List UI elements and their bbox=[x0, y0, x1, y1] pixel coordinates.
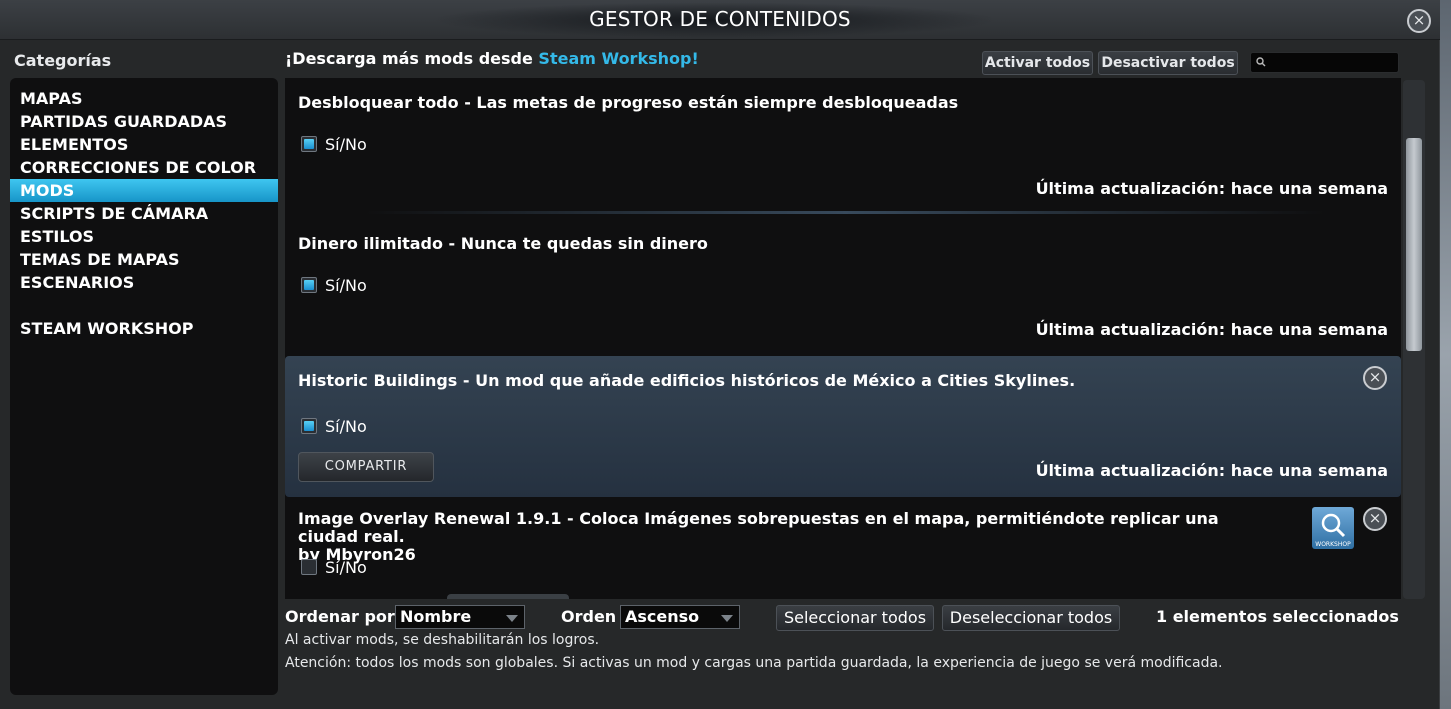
achievements-note: Al activar mods, se deshabilitarán los l… bbox=[285, 632, 600, 648]
mod-enable-checkbox[interactable] bbox=[301, 136, 317, 152]
workshop-search-icon[interactable]: WORKSHOP bbox=[1312, 507, 1354, 549]
search-input[interactable] bbox=[1250, 52, 1399, 73]
scrollbar-thumb[interactable] bbox=[1406, 138, 1422, 351]
sort-by-value: Nombre bbox=[400, 607, 472, 626]
sidebar-item-mods[interactable]: MODS bbox=[10, 179, 278, 202]
magnifier-icon bbox=[1321, 513, 1346, 538]
mod-title: Historic Buildings - Un mod que añade ed… bbox=[298, 371, 1076, 390]
categories-heading: Categorías bbox=[14, 51, 112, 70]
mod-title: Desbloquear todo - Las metas de progreso… bbox=[298, 93, 959, 112]
global-mods-warning: Atención: todos los mods son globales. S… bbox=[285, 655, 1223, 671]
sidebar-item-styles[interactable]: ESTILOS bbox=[10, 225, 278, 248]
mod-item: Desbloquear todo - Las metas de progreso… bbox=[285, 78, 1401, 219]
dropdown-arrow-icon bbox=[721, 615, 733, 622]
sidebar-item-camera-scripts[interactable]: SCRIPTS DE CÁMARA bbox=[10, 202, 278, 225]
enable-all-button[interactable]: Activar todos bbox=[982, 51, 1093, 75]
mod-enable-checkbox[interactable] bbox=[301, 559, 317, 575]
sidebar-item-map-themes[interactable]: TEMAS DE MAPAS bbox=[10, 248, 278, 271]
search-icon bbox=[1256, 57, 1266, 67]
partial-button bbox=[447, 594, 569, 599]
mod-title-text: Image Overlay Renewal 1.9.1 - Coloca Imá… bbox=[298, 509, 1219, 546]
mod-enable-checkbox[interactable] bbox=[301, 418, 317, 434]
list-scrollbar[interactable] bbox=[1403, 80, 1425, 599]
workshop-promo: ¡Descarga más mods desde Steam Workshop! bbox=[285, 49, 699, 68]
mod-item: Image Overlay Renewal 1.9.1 - Coloca Imá… bbox=[285, 497, 1401, 599]
order-dropdown[interactable]: Ascenso bbox=[620, 605, 740, 629]
mod-enable-label[interactable]: Sí/No bbox=[325, 558, 367, 577]
mod-enable-label[interactable]: Sí/No bbox=[325, 135, 367, 154]
sidebar-item-color-corrections[interactable]: CORRECCIONES DE COLOR bbox=[10, 156, 278, 179]
mod-item-highlighted: Historic Buildings - Un mod que añade ed… bbox=[285, 356, 1401, 497]
mod-updated: Última actualización: hace una semana bbox=[1035, 461, 1388, 480]
disable-all-button[interactable]: Desactivar todos bbox=[1098, 51, 1238, 75]
deselect-all-button[interactable]: Deseleccionar todos bbox=[942, 605, 1120, 631]
title-bar: GESTOR DE CONTENIDOS × bbox=[0, 0, 1440, 40]
mod-updated: Última actualización: hace una semana bbox=[1035, 179, 1388, 198]
sort-by-dropdown[interactable]: Nombre bbox=[395, 605, 525, 629]
mod-enable-label[interactable]: Sí/No bbox=[325, 417, 367, 436]
background-edge bbox=[1440, 0, 1451, 709]
sidebar-item-maps[interactable]: MAPAS bbox=[10, 87, 278, 110]
order-label: Orden bbox=[561, 607, 617, 626]
share-button[interactable]: COMPARTIR bbox=[298, 452, 434, 482]
steam-workshop-link[interactable]: Steam Workshop! bbox=[538, 49, 698, 68]
dropdown-arrow-icon bbox=[506, 615, 518, 622]
divider bbox=[365, 211, 1325, 214]
workshop-badge: WORKSHOP bbox=[1315, 541, 1351, 548]
mod-updated: Última actualización: hace una semana bbox=[1035, 320, 1388, 339]
workshop-promo-text: ¡Descarga más mods desde bbox=[285, 49, 539, 68]
selected-count: 1 elementos seleccionados bbox=[1156, 607, 1399, 626]
remove-icon[interactable]: × bbox=[1363, 507, 1387, 531]
mod-title: Image Overlay Renewal 1.9.1 - Coloca Imá… bbox=[298, 510, 1258, 564]
mods-list: Desbloquear todo - Las metas de progreso… bbox=[285, 78, 1401, 599]
mod-title: Dinero ilimitado - Nunca te quedas sin d… bbox=[298, 234, 708, 253]
remove-icon[interactable]: × bbox=[1363, 366, 1387, 390]
mod-author: by Mbyron26 bbox=[298, 545, 416, 564]
order-value: Ascenso bbox=[625, 607, 700, 626]
window-title: GESTOR DE CONTENIDOS bbox=[589, 7, 851, 31]
mod-enable-label[interactable]: Sí/No bbox=[325, 276, 367, 295]
mod-item: Dinero ilimitado - Nunca te quedas sin d… bbox=[285, 219, 1401, 360]
mod-enable-checkbox[interactable] bbox=[301, 277, 317, 293]
categories-sidebar: MAPAS PARTIDAS GUARDADAS ELEMENTOS CORRE… bbox=[10, 78, 278, 695]
sidebar-item-steam-workshop[interactable]: STEAM WORKSHOP bbox=[10, 317, 278, 340]
sidebar-item-scenarios[interactable]: ESCENARIOS bbox=[10, 271, 278, 294]
sidebar-item-saved-games[interactable]: PARTIDAS GUARDADAS bbox=[10, 110, 278, 133]
select-all-button[interactable]: Seleccionar todos bbox=[776, 605, 934, 631]
sort-by-label: Ordenar por bbox=[285, 607, 395, 626]
close-icon[interactable]: × bbox=[1407, 9, 1431, 33]
sidebar-item-assets[interactable]: ELEMENTOS bbox=[10, 133, 278, 156]
content-manager-window: GESTOR DE CONTENIDOS × Categorías MAPAS … bbox=[0, 0, 1440, 709]
